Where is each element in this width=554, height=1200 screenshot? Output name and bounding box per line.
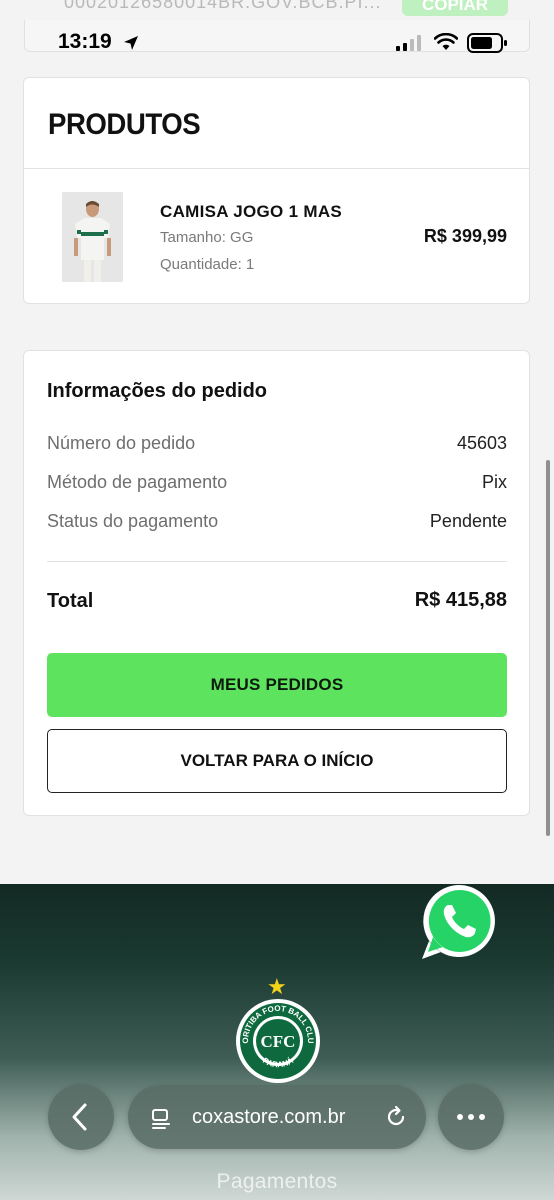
total-label: Total <box>47 590 94 612</box>
product-size: Tamanho: GG <box>160 229 254 246</box>
products-card: PRODUTOS CAMISA JOGO 1 MAS Tamanho: GG Q… <box>23 77 530 304</box>
address-bar[interactable]: coxastore.com.br <box>128 1085 426 1149</box>
product-quantity: Quantidade: 1 <box>160 256 255 273</box>
page-menu-icon[interactable] <box>150 1106 174 1130</box>
url-text: coxastore.com.br <box>192 1106 346 1128</box>
status-bar: 13:19 <box>0 24 554 60</box>
cellular-signal-icon <box>396 35 421 51</box>
pix-code-strip: 00020126580014BR.GOV.BCB.PI... COPIAR <box>46 0 508 20</box>
order-number-label: Número do pedido <box>47 433 196 453</box>
total-value: R$ 415,88 <box>414 589 507 611</box>
battery-icon <box>467 33 507 53</box>
status-time: 13:19 <box>58 30 112 53</box>
club-crest-logo[interactable]: CORITIBA FOOT BALL CLUB PARANÁ CFC <box>234 997 322 1085</box>
browser-back-button[interactable] <box>48 1084 114 1150</box>
order-info-card: Informações do pedido Número do pedido 4… <box>23 350 530 816</box>
product-price: R$ 399,99 <box>423 226 507 246</box>
wifi-icon <box>434 33 458 50</box>
order-number-row: Número do pedido 45603 <box>47 433 507 455</box>
product-name[interactable]: CAMISA JOGO 1 MAS <box>160 202 342 222</box>
order-info-title: Informações do pedido <box>47 380 268 402</box>
divider <box>24 168 529 169</box>
browser-toolbar: coxastore.com.br <box>0 1084 554 1154</box>
reload-icon[interactable] <box>384 1105 408 1129</box>
pix-code-text: 00020126580014BR.GOV.BCB.PI... <box>64 0 382 12</box>
svg-text:CFC: CFC <box>261 1032 296 1051</box>
shirt-model-image <box>62 192 123 282</box>
payment-status-label: Status do pagamento <box>47 511 219 531</box>
divider <box>47 561 507 562</box>
order-number-value: 45603 <box>456 433 507 453</box>
products-title: PRODUTOS <box>48 108 201 141</box>
copy-pix-button[interactable]: COPIAR <box>402 0 508 16</box>
location-arrow-icon <box>124 36 138 50</box>
payment-method-row: Método de pagamento Pix <box>47 472 507 494</box>
back-to-home-button[interactable]: VOLTAR PARA O INÍCIO <box>47 729 507 793</box>
browser-more-button[interactable] <box>438 1084 504 1150</box>
scrollbar[interactable] <box>546 460 550 836</box>
payment-method-value: Pix <box>481 472 507 492</box>
product-image[interactable] <box>62 192 123 282</box>
page-title-label: Pagamentos <box>216 1170 338 1193</box>
more-dots-icon <box>457 1114 485 1120</box>
my-orders-button[interactable]: MEUS PEDIDOS <box>47 653 507 717</box>
whatsapp-icon[interactable] <box>416 879 502 965</box>
payment-status-value: Pendente <box>429 511 507 531</box>
payment-status-row: Status do pagamento Pendente <box>47 511 507 533</box>
chevron-left-icon <box>72 1103 87 1131</box>
payment-method-label: Método de pagamento <box>47 472 228 492</box>
